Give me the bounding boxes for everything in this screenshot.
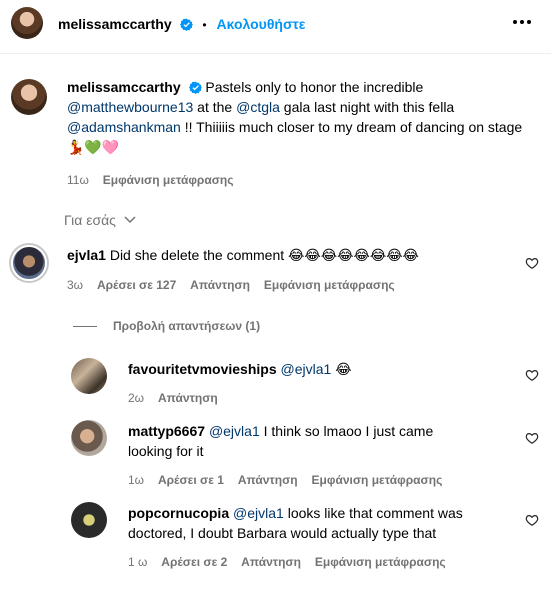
reply-text-line2: doctored, I doubt Barbara would actually… — [128, 525, 437, 541]
comment-filter-label: Για εσάς — [64, 212, 116, 228]
caption-meta: 11ω Εμφάνιση μετάφρασης — [67, 171, 234, 187]
like-heart-icon[interactable] — [525, 513, 539, 527]
reply-meta: 2ω Απάντηση — [128, 389, 218, 405]
mention-link[interactable]: @adamshankman — [67, 119, 181, 135]
caption-text-4: !! Thiiiiis much closer to my dream of d… — [180, 119, 523, 135]
reply-time[interactable]: 1 ω — [128, 555, 147, 569]
header-separator: • — [202, 18, 207, 32]
reply-body: popcornucopia @ejvla1 looks like that co… — [128, 503, 528, 543]
reply-emojis: 😂 — [335, 362, 352, 378]
verified-badge-icon — [188, 81, 202, 94]
comment-body: ejvla1 Did she delete the comment 😂😂😂😂😂😂… — [67, 245, 419, 266]
mention-link[interactable]: @ctgla — [236, 99, 280, 115]
view-replies-button[interactable]: Προβολή απαντήσεων (1) — [73, 317, 260, 333]
reply-button[interactable]: Απάντηση — [190, 278, 250, 292]
reply-avatar[interactable] — [71, 358, 107, 394]
reply-meta: 1 ω Αρέσει σε 2 Απάντηση Εμφάνιση μετάφρ… — [128, 553, 446, 569]
reply-likes[interactable]: Αρέσει σε 2 — [161, 555, 227, 569]
caption-emojis: 💃💚🩷 — [67, 140, 120, 156]
reply-avatar[interactable] — [71, 502, 107, 538]
mention-link[interactable]: @matthewbourne13 — [67, 99, 193, 115]
chevron-down-icon — [124, 216, 136, 224]
see-translation-button[interactable]: Εμφάνιση μετάφρασης — [315, 555, 446, 569]
reply-text-line1: looks like that comment was — [283, 505, 463, 521]
like-heart-icon[interactable] — [525, 368, 539, 382]
comment-emojis: 😂😂😂😂😂😂😂😂 — [288, 248, 419, 264]
reply-likes[interactable]: Αρέσει σε 1 — [158, 473, 224, 487]
reply-text-line1: I think so lmaoo I just came — [259, 423, 434, 439]
caption-text-2: at the — [193, 99, 237, 115]
see-translation-button[interactable]: Εμφάνιση μετάφρασης — [264, 278, 395, 292]
author-avatar[interactable] — [11, 7, 43, 39]
more-horizontal-icon[interactable] — [512, 19, 532, 25]
see-translation-button[interactable]: Εμφάνιση μετάφρασης — [312, 473, 443, 487]
reply-avatar[interactable] — [71, 420, 107, 456]
post-header: melissamccarthy • Ακολουθήστε — [0, 0, 551, 54]
verified-badge-icon — [179, 18, 193, 31]
header-user-row: melissamccarthy • Ακολουθήστε — [58, 16, 305, 32]
like-heart-icon[interactable] — [525, 431, 539, 445]
view-replies-label: Προβολή απαντήσεων (1) — [113, 319, 261, 333]
reply-username[interactable]: favouritetvmovieships — [128, 361, 277, 377]
caption-text-3: gala last night with this fella — [279, 99, 455, 115]
caption-body: melissamccarthy Pastels only to honor th… — [67, 77, 527, 158]
caption-username[interactable]: melissamccarthy — [67, 79, 181, 95]
reply-meta: 1ω Αρέσει σε 1 Απάντηση Εμφάνιση μετάφρα… — [128, 471, 442, 487]
caption-time[interactable]: 11ω — [67, 173, 89, 187]
mention-link[interactable]: @ejvla1 — [209, 423, 260, 439]
mention-link[interactable]: @ejvla1 — [281, 361, 332, 377]
comment-text: Did she delete the comment — [109, 247, 285, 263]
author-username[interactable]: melissamccarthy — [58, 16, 172, 32]
comment-meta: 3ω Αρέσει σε 127 Απάντηση Εμφάνιση μετάφ… — [67, 276, 395, 292]
comment-likes[interactable]: Αρέσει σε 127 — [97, 278, 176, 292]
reply-time[interactable]: 2ω — [128, 391, 144, 405]
caption-avatar[interactable] — [11, 79, 47, 115]
reply-username[interactable]: popcornucopia — [128, 505, 229, 521]
reply-text-line2: looking for it — [128, 443, 204, 459]
comment-username[interactable]: ejvla1 — [67, 247, 106, 263]
like-heart-icon[interactable] — [525, 256, 539, 270]
reply-button[interactable]: Απάντηση — [241, 555, 301, 569]
comment-time[interactable]: 3ω — [67, 278, 83, 292]
reply-body: mattyp6667 @ejvla1 I think so lmaoo I ju… — [128, 421, 508, 461]
follow-button[interactable]: Ακολουθήστε — [217, 16, 306, 32]
reply-time[interactable]: 1ω — [128, 473, 144, 487]
caption-text-1: Pastels only to honor the incredible — [205, 79, 424, 95]
commenter-avatar[interactable] — [11, 245, 47, 281]
reply-button[interactable]: Απάντηση — [158, 391, 218, 405]
reply-username[interactable]: mattyp6667 — [128, 423, 205, 439]
reply-body: favouritetvmovieships @ejvla1 😂 — [128, 359, 352, 380]
replies-divider — [73, 325, 97, 327]
mention-link[interactable]: @ejvla1 — [233, 505, 284, 521]
comment-filter[interactable]: Για εσάς — [64, 212, 136, 228]
see-translation-button[interactable]: Εμφάνιση μετάφρασης — [103, 173, 234, 187]
reply-button[interactable]: Απάντηση — [238, 473, 298, 487]
